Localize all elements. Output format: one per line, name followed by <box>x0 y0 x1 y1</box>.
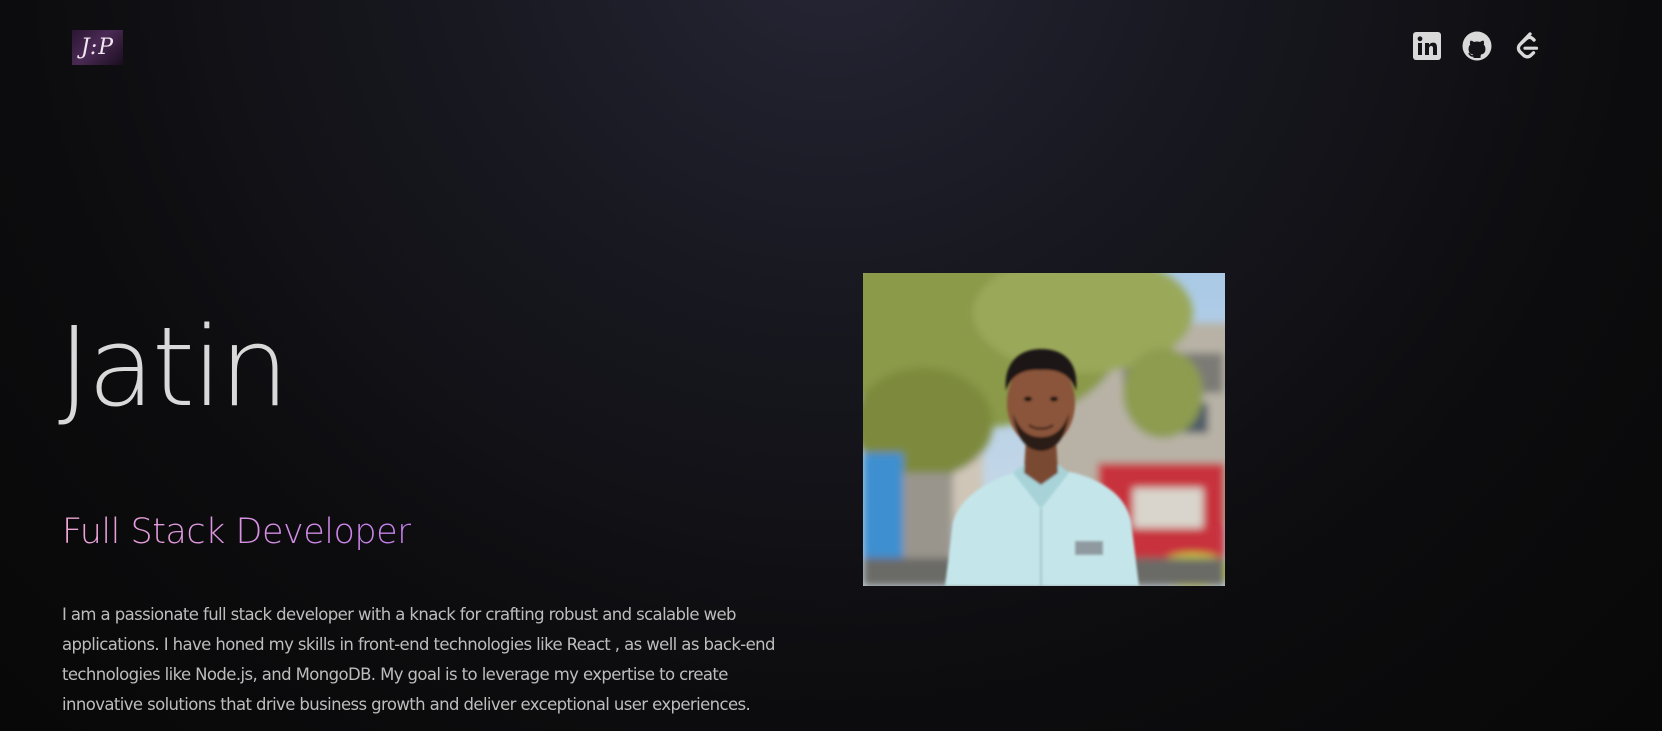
linkedin-icon <box>1413 32 1441 60</box>
hero-name: Jatin <box>58 303 289 431</box>
github-link[interactable] <box>1462 31 1492 61</box>
linkedin-link[interactable] <box>1413 31 1441 61</box>
social-links <box>1413 31 1541 61</box>
about-paragraph: I am a passionate full stack developer w… <box>62 605 776 714</box>
github-icon <box>1462 31 1492 61</box>
leetcode-icon <box>1514 31 1540 61</box>
profile-photo <box>863 273 1225 586</box>
logo-text: J:P <box>80 35 115 60</box>
job-title: Full Stack Developer <box>62 512 412 552</box>
site-logo[interactable]: J:P <box>72 30 123 65</box>
leetcode-link[interactable] <box>1513 31 1541 61</box>
